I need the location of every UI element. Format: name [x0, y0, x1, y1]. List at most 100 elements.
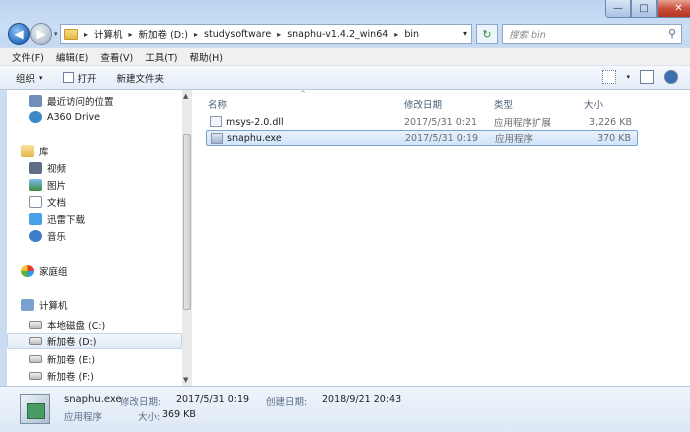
file-type: 应用程序扩展 — [494, 118, 552, 129]
nav-item-documents[interactable]: 文档 — [29, 194, 66, 210]
nav-item-label: 文档 — [47, 198, 67, 209]
nav-item-label: 视频 — [47, 164, 67, 175]
nav-item-recent-places[interactable]: 最近访问的位置 — [29, 93, 114, 109]
library-icon — [21, 145, 34, 157]
forward-button[interactable]: ▶ — [30, 23, 52, 45]
scrollbar-thumb[interactable] — [183, 134, 191, 310]
breadcrumb-separator[interactable]: ▸ — [84, 30, 88, 39]
open-icon — [62, 72, 74, 83]
column-header-modified[interactable]: 修改日期 — [404, 97, 442, 111]
nav-item-pictures[interactable]: 图片 — [29, 177, 66, 193]
nav-item-label: 本地磁盘 (C:) — [47, 321, 106, 332]
nav-item-label: 家庭组 — [39, 267, 68, 278]
recent-places-icon — [29, 95, 42, 107]
search-icon[interactable]: ⚲ — [668, 27, 676, 40]
close-button[interactable]: ✕ — [657, 0, 690, 18]
help-icon[interactable] — [664, 70, 678, 84]
breadcrumb-studysoftware[interactable]: studysoftware — [204, 29, 271, 40]
a360-drive-icon — [29, 111, 42, 123]
minimize-button[interactable]: — — [605, 0, 631, 18]
details-modified-value: 2017/5/31 0:19 — [176, 394, 250, 405]
details-created-label: 创建日期: — [266, 397, 308, 408]
details-file-type: 应用程序 — [64, 412, 103, 423]
nav-item-computer[interactable]: 计算机 — [21, 297, 68, 313]
nav-item-thunder-download[interactable]: 迅雷下载 — [29, 211, 85, 227]
details-size-value: 369 KB — [162, 409, 196, 420]
address-history-dropdown[interactable]: ▾ — [463, 29, 467, 38]
breadcrumb: ▸ 计算机 ▸ 新加卷 (D:) ▸ studysoftware ▸ snaph… — [64, 27, 419, 41]
scroll-down-icon[interactable]: ▼ — [183, 376, 188, 384]
preview-pane-icon[interactable] — [640, 70, 654, 84]
thunder-download-icon — [29, 213, 42, 225]
file-size: 370 KB — [597, 132, 631, 144]
video-library-icon — [29, 162, 42, 174]
new-folder-button[interactable]: 新建文件夹 — [117, 71, 165, 85]
nav-item-videos[interactable]: 视频 — [29, 160, 66, 176]
scroll-up-icon[interactable]: ▲ — [183, 92, 188, 100]
column-header-name[interactable]: 名称 — [208, 97, 227, 111]
view-dropdown-icon[interactable]: ▾ — [626, 73, 630, 81]
menu-edit[interactable]: 编辑(E) — [56, 50, 88, 64]
refresh-button[interactable]: ↻ — [476, 24, 498, 44]
search-input[interactable]: 搜索 bin ⚲ — [502, 24, 682, 44]
recent-pages-dropdown[interactable]: ▾ — [54, 30, 58, 38]
organize-button[interactable]: 组织 ▾ — [16, 71, 43, 85]
drive-icon — [29, 337, 42, 345]
menu-bar: 文件(F) 编辑(E) 查看(V) 工具(T) 帮助(H) — [0, 48, 690, 66]
column-header-type[interactable]: 类型 — [494, 97, 513, 111]
column-header-size[interactable]: 大小 — [584, 97, 603, 111]
nav-item-label: 迅雷下载 — [47, 215, 86, 226]
open-button[interactable]: 打开 — [62, 71, 97, 85]
nav-item-label: 库 — [39, 147, 49, 158]
title-bar: — □ ✕ ◀ ▶ ▾ ▸ 计算机 ▸ 新加卷 (D:) ▸ studysoft… — [0, 0, 690, 46]
nav-item-label: 新加卷 (F:) — [47, 372, 94, 383]
nav-item-label: 新加卷 (D:) — [47, 337, 97, 348]
nav-pane-scrollbar[interactable]: ▲ ▼ — [182, 90, 192, 386]
menu-help[interactable]: 帮助(H) — [189, 50, 223, 64]
breadcrumb-snaphu[interactable]: snaphu-v1.4.2_win64 — [287, 29, 388, 40]
breadcrumb-separator[interactable]: ▸ — [277, 30, 281, 39]
menu-tools[interactable]: 工具(T) — [145, 50, 177, 64]
file-modified: 2017/5/31 0:19 — [405, 132, 479, 144]
open-label: 打开 — [77, 73, 97, 85]
search-placeholder: 搜索 bin — [509, 30, 546, 41]
back-button[interactable]: ◀ — [8, 23, 30, 45]
new-folder-label: 新建文件夹 — [116, 73, 165, 85]
breadcrumb-separator[interactable]: ▸ — [194, 30, 198, 39]
breadcrumb-drive-d[interactable]: 新加卷 (D:) — [139, 27, 188, 41]
drive-icon — [29, 355, 42, 363]
file-row-selected[interactable]: snaphu.exe 2017/5/31 0:19 应用程序 370 KB — [206, 130, 638, 146]
nav-item-label: 音乐 — [47, 232, 67, 243]
file-size: 3,226 KB — [589, 116, 632, 128]
nav-item-label: 计算机 — [39, 301, 68, 312]
nav-item-drive-e[interactable]: 新加卷 (E:) — [29, 351, 95, 367]
homegroup-icon — [21, 265, 34, 277]
menu-view[interactable]: 查看(V) — [100, 50, 133, 64]
exe-file-large-icon — [20, 394, 50, 424]
details-created-value: 2018/9/21 20:43 — [322, 394, 402, 405]
nav-item-drive-c[interactable]: 本地磁盘 (C:) — [29, 317, 105, 333]
nav-item-libraries[interactable]: 库 — [21, 143, 49, 159]
breadcrumb-bin[interactable]: bin — [404, 29, 419, 40]
breadcrumb-computer[interactable]: 计算机 — [94, 27, 123, 41]
nav-item-homegroup[interactable]: 家庭组 — [21, 263, 68, 279]
sort-ascending-icon: ^ — [300, 90, 306, 98]
nav-item-music[interactable]: 音乐 — [29, 228, 66, 244]
file-row[interactable]: msys-2.0.dll 2017/5/31 0:21 应用程序扩展 3,226… — [206, 114, 638, 130]
details-modified-label: 修改日期: — [120, 397, 162, 408]
file-list: ^ 名称 修改日期 类型 大小 msys-2.0.dll 2017/5/31 0… — [192, 90, 690, 386]
picture-library-icon — [29, 179, 42, 191]
breadcrumb-separator[interactable]: ▸ — [394, 30, 398, 39]
breadcrumb-separator[interactable]: ▸ — [129, 30, 133, 39]
chevron-down-icon: ▾ — [39, 73, 43, 82]
maximize-button[interactable]: □ — [631, 0, 657, 18]
local-disk-icon — [29, 321, 42, 329]
menu-file[interactable]: 文件(F) — [12, 50, 44, 64]
address-bar[interactable]: ▸ 计算机 ▸ 新加卷 (D:) ▸ studysoftware ▸ snaph… — [60, 24, 472, 44]
computer-icon — [21, 299, 34, 311]
nav-item-a360-drive[interactable]: A360 Drive — [29, 109, 100, 125]
nav-item-drive-d[interactable]: 新加卷 (D:) — [7, 333, 182, 349]
nav-item-drive-f[interactable]: 新加卷 (F:) — [29, 368, 94, 384]
navigation-pane: 最近访问的位置 A360 Drive 库 视频 图片 文档 迅雷下载 音乐 家庭… — [7, 90, 182, 386]
view-options-icon[interactable] — [602, 70, 617, 84]
